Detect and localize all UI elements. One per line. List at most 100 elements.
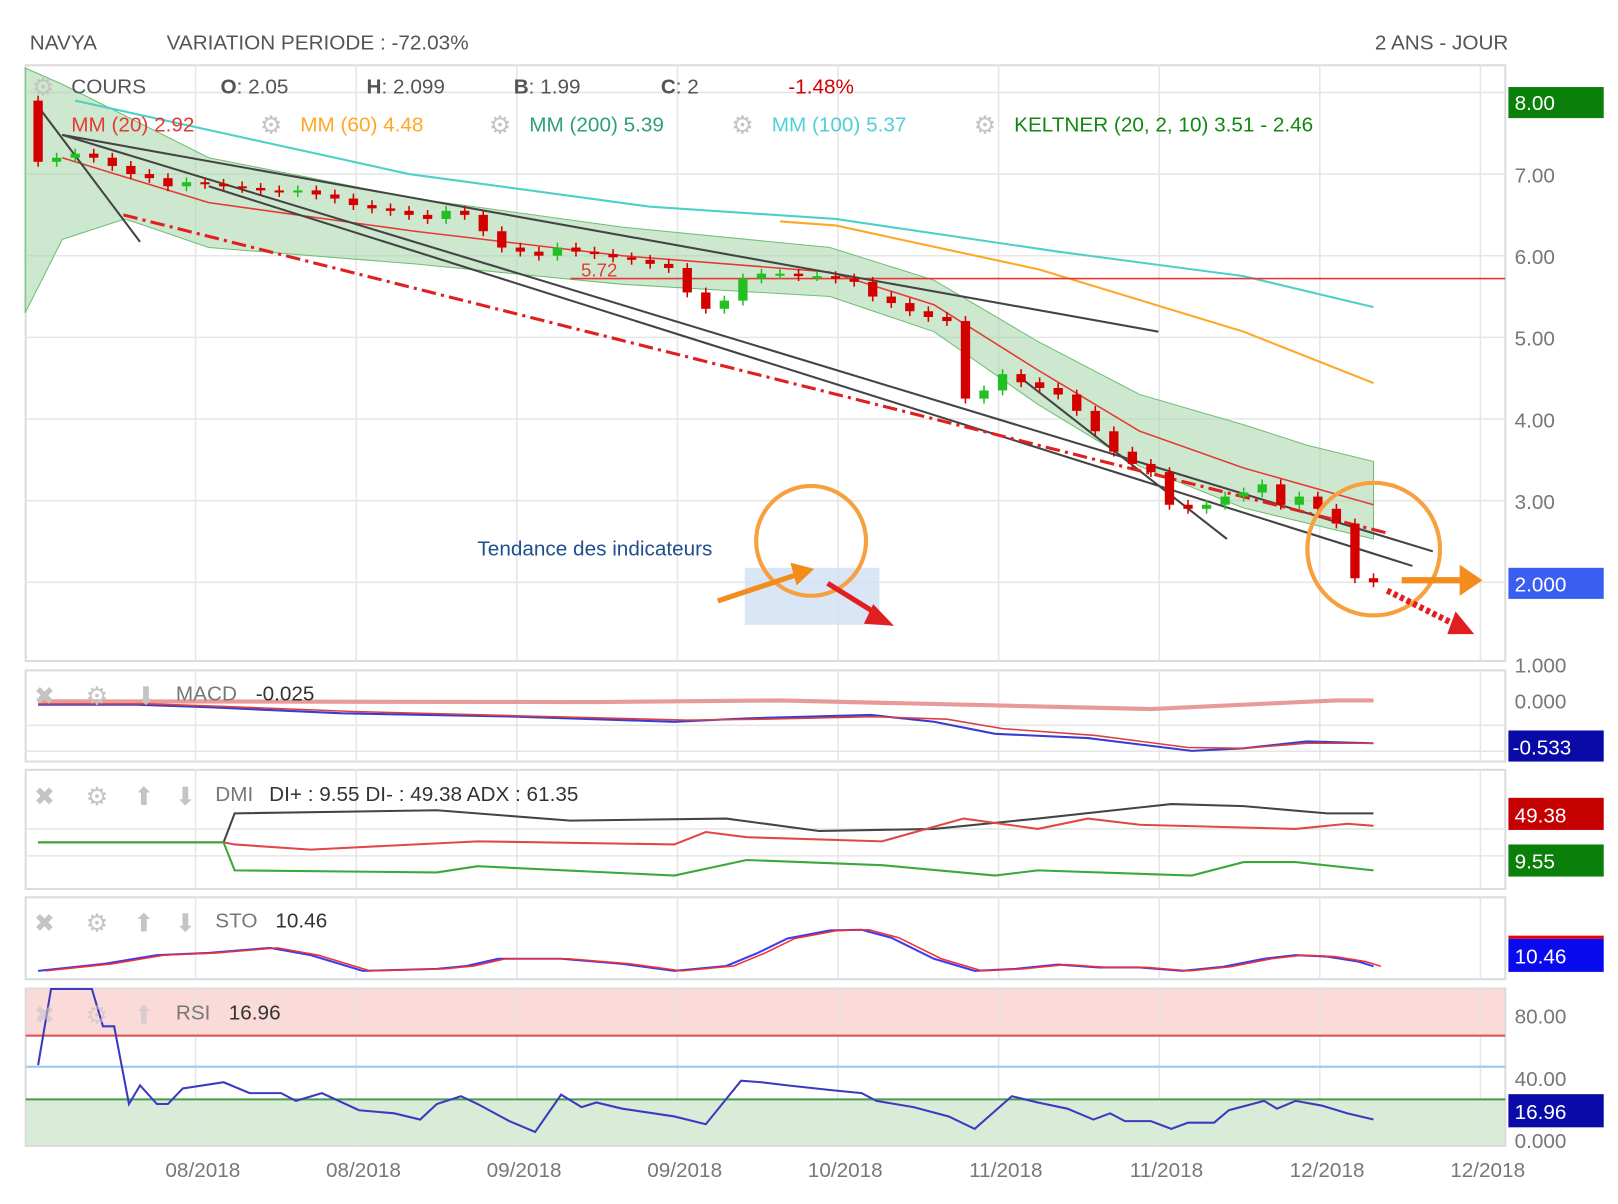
mm20-legend[interactable]: MM (20) 2.92: [71, 114, 194, 137]
sto-value: 10.46: [275, 909, 327, 932]
arrow-down-icon[interactable]: ⬇: [136, 683, 157, 711]
candle-body: [1350, 523, 1360, 579]
candle-body: [422, 214, 433, 219]
gear-icon[interactable]: ⚙: [489, 112, 511, 140]
di-plus-badge-value: 9.55: [1515, 850, 1555, 873]
candle-body: [126, 165, 136, 175]
arrow-down-icon[interactable]: ⬇: [175, 909, 196, 937]
candle-body: [960, 321, 971, 399]
close-icon[interactable]: ✖: [34, 783, 55, 811]
rsi-axis-label: 0.000: [1515, 1130, 1567, 1153]
gear-icon[interactable]: ⚙: [32, 73, 54, 101]
x-tick-label: 09/2018: [647, 1159, 722, 1182]
candle-body: [1183, 504, 1193, 509]
x-tick-label: 11/2018: [969, 1159, 1042, 1182]
mm100-legend[interactable]: MM (100) 5.37: [772, 114, 907, 137]
arrow-up-icon[interactable]: ⬆: [133, 783, 154, 811]
arrow-up-icon[interactable]: ⬆: [133, 909, 154, 937]
candle-body: [181, 182, 192, 187]
close-icon[interactable]: ✖: [34, 909, 55, 937]
sto-signal-marker: [1508, 935, 1604, 939]
arrow-up-icon[interactable]: ⬆: [133, 1002, 154, 1030]
gear-icon[interactable]: ⚙: [731, 112, 753, 140]
gear-icon[interactable]: ⚙: [86, 909, 108, 937]
candle-body: [905, 303, 915, 312]
candle-body: [626, 257, 637, 260]
candle-body: [144, 174, 155, 179]
macd-label: MACD: [176, 682, 237, 705]
trendline: [61, 133, 1434, 553]
candle-body: [404, 210, 414, 215]
gear-icon[interactable]: ⚙: [86, 783, 108, 811]
candle-body: [256, 187, 266, 191]
candle-body: [1201, 504, 1212, 509]
close-icon[interactable]: ✖: [34, 683, 55, 711]
low-label: B: [514, 75, 529, 98]
macd-value: -0.025: [256, 682, 315, 705]
top-badge-value: 8.00: [1515, 92, 1555, 115]
candle-body: [1220, 496, 1230, 505]
rsi-axis-label: 80.00: [1515, 1006, 1567, 1029]
candle-body: [886, 296, 896, 304]
candle-body: [1239, 492, 1249, 497]
candle-body: [1127, 451, 1138, 464]
rsi-value: 16.96: [229, 1002, 281, 1025]
sto-k-line: [37, 928, 1374, 972]
candle-body: [1331, 508, 1342, 524]
gear-icon[interactable]: ⚙: [86, 683, 108, 711]
keltner-band: [24, 67, 1375, 540]
candle-body: [218, 183, 229, 187]
candle-body: [793, 273, 804, 277]
candle-body: [1164, 472, 1175, 505]
candle-body: [682, 267, 692, 293]
x-tick-label: 08/2018: [165, 1159, 240, 1182]
x-tick-label: 12/2018: [1290, 1159, 1365, 1182]
svg-text:B: 1.99: B: 1.99: [514, 75, 581, 98]
mm200-legend[interactable]: MM (200) 5.39: [529, 114, 664, 137]
candle-body: [1034, 382, 1045, 388]
rsi-label: RSI: [176, 1002, 211, 1025]
keltner-legend[interactable]: KELTNER (20, 2, 10) 3.51 - 2.46: [1014, 114, 1313, 137]
candle-body: [1109, 431, 1119, 452]
candle-body: [589, 251, 600, 255]
candle-body: [830, 276, 841, 279]
macd-panel: [24, 669, 1507, 763]
red-dotted-arrow-icon: [1385, 587, 1475, 635]
di-minus-badge-value: 49.38: [1515, 805, 1567, 828]
macd-signal-line: [38, 703, 1374, 750]
rsi-axis-label: 40.00: [1515, 1068, 1567, 1091]
candle-body: [51, 157, 62, 162]
sto-d-line: [45, 928, 1382, 972]
change-value: -1.48%: [788, 75, 854, 98]
svg-text:H: 2.099: H: 2.099: [367, 75, 445, 98]
open-value: : 2.05: [237, 75, 289, 98]
candle-body: [571, 247, 581, 252]
svg-text:O: 2.05: O: 2.05: [220, 75, 288, 98]
orange-right-arrow-icon: [1401, 564, 1483, 596]
candle-body: [293, 190, 303, 193]
arrow-down-icon[interactable]: ⬇: [175, 783, 196, 811]
candle-body: [756, 273, 767, 279]
candle-body: [1146, 463, 1156, 473]
sto-label: STO: [215, 909, 257, 932]
candle-body: [70, 153, 80, 158]
candle-body: [552, 247, 563, 256]
gear-icon[interactable]: ⚙: [260, 112, 282, 140]
candle-body: [534, 251, 544, 256]
trend-annotation: Tendance des indicateurs: [477, 537, 712, 560]
price-axis: 7.00 6.00 5.00 4.00 3.00 1.000: [1515, 164, 1567, 677]
dmi-label: DMI: [215, 783, 253, 806]
gear-icon[interactable]: ⚙: [86, 1002, 108, 1030]
last-price-value: 2.000: [1515, 574, 1567, 597]
gear-icon[interactable]: ⚙: [974, 112, 996, 140]
candle-body: [311, 190, 321, 195]
di-minus-line: [38, 817, 1374, 851]
price-tick-label: 7.00: [1515, 164, 1555, 187]
keltner-band-area: [24, 67, 1375, 540]
candle-body: [849, 278, 859, 282]
close-icon[interactable]: ✖: [34, 1002, 55, 1030]
period-selector[interactable]: 2 ANS - JOUR: [1375, 32, 1509, 55]
candle-body: [608, 254, 618, 258]
mm60-legend[interactable]: MM (60) 4.48: [300, 114, 423, 137]
candle-body: [942, 316, 952, 322]
